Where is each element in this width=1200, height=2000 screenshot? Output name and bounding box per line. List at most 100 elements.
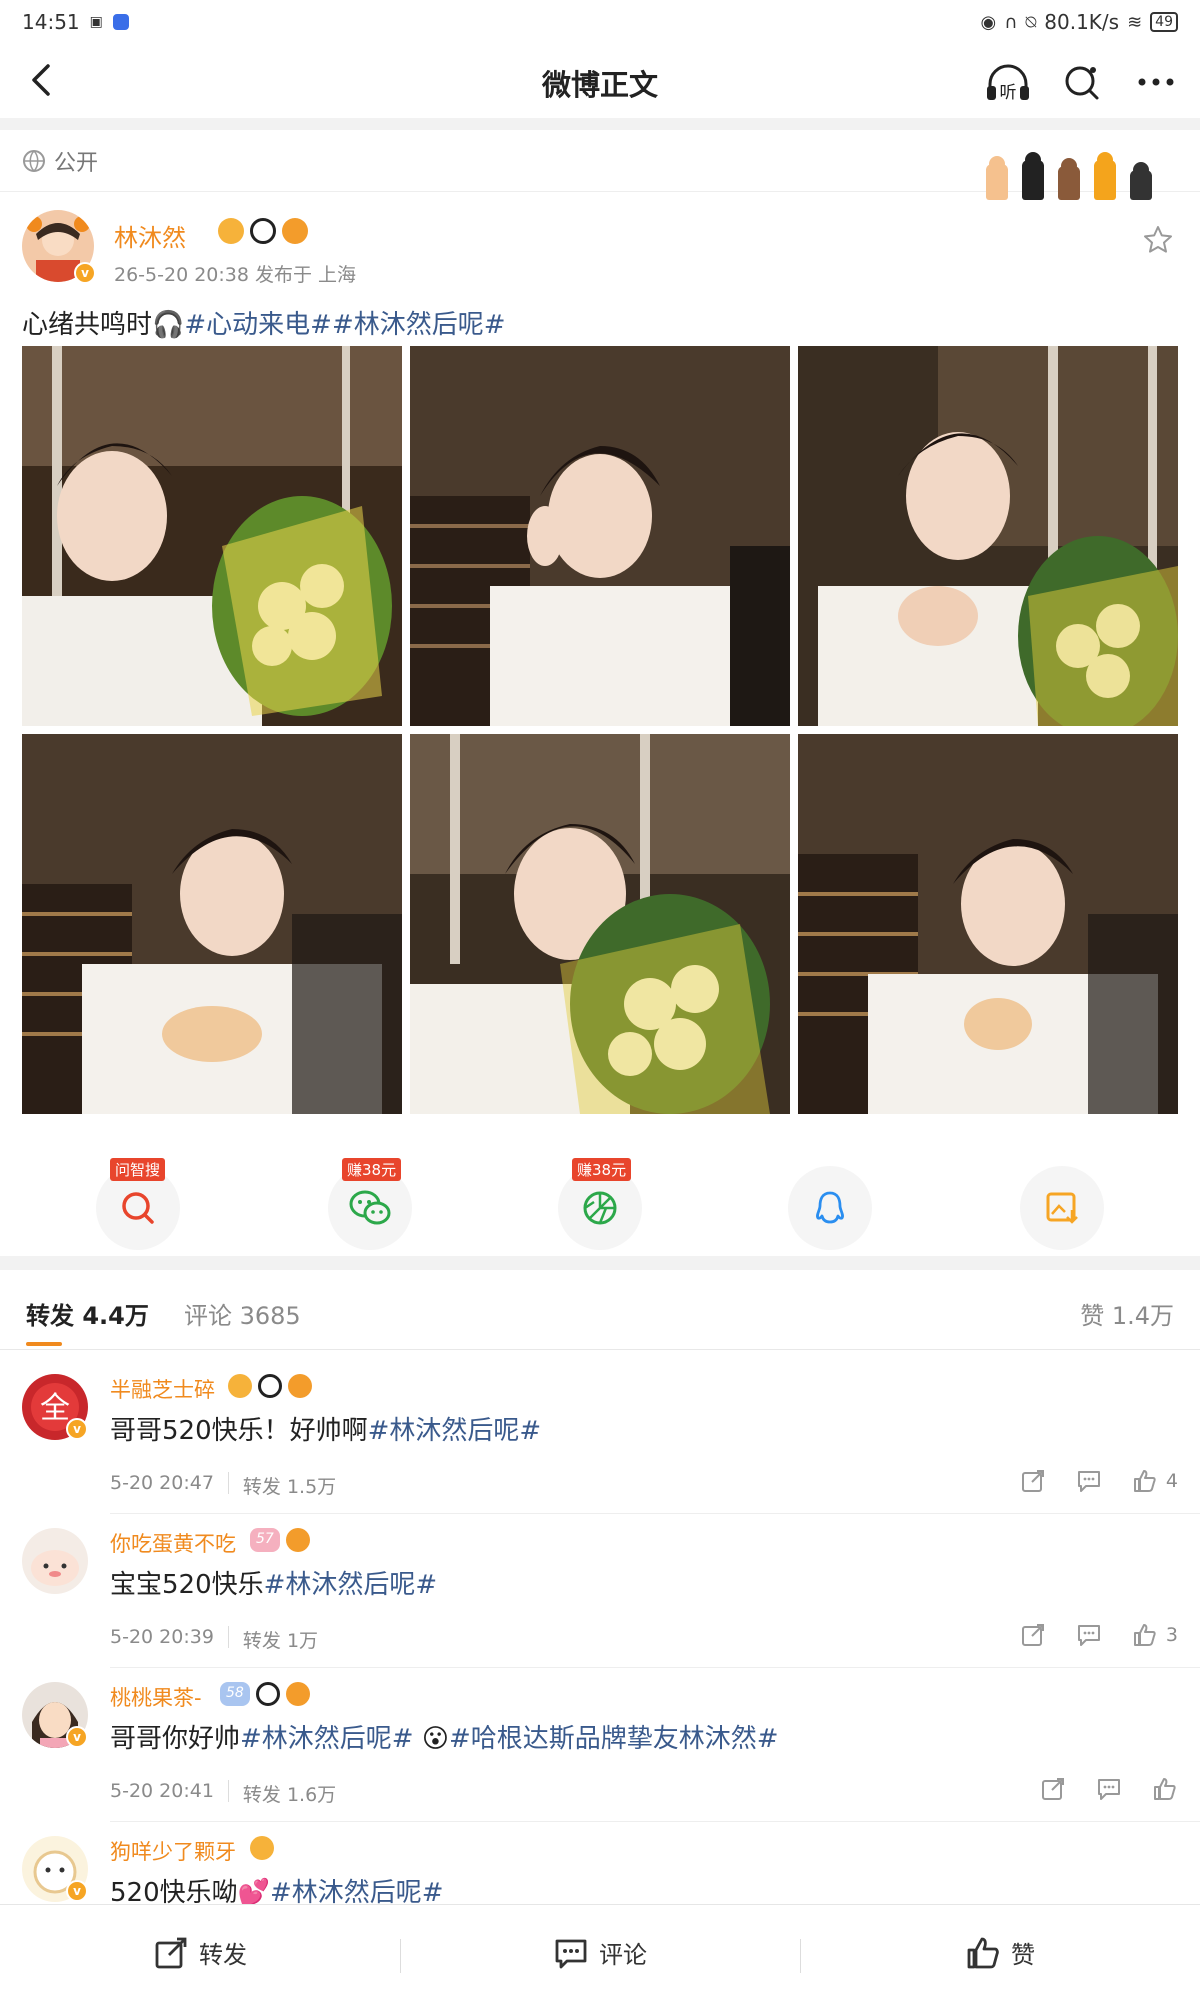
section-gap <box>0 118 1200 130</box>
comment-author[interactable]: 狗咩少了颗牙 <box>110 1836 236 1866</box>
bottom-action-bar: 转发 评论 赞 <box>0 1904 1200 2000</box>
globe-icon <box>23 149 45 172</box>
paw-icon <box>1094 152 1116 200</box>
post-header: v 林沐然 26-5-20 20:38 发布于 上海 <box>22 210 1182 290</box>
comment-label: 评论 <box>599 1941 647 1969</box>
photo-6[interactable] <box>798 734 1178 1114</box>
repost-button[interactable]: 转发 <box>0 1905 400 2000</box>
comment-icon[interactable] <box>1076 1622 1102 1648</box>
qq-icon <box>816 1191 844 1224</box>
status-bar: 14:51 ▣ ◉ ∩ ⍉ 80.1K/s ≋ 49 <box>0 0 1200 44</box>
paw-icon <box>1022 152 1044 200</box>
battery-indicator: 49 <box>1150 12 1178 32</box>
author-name[interactable]: 林沐然 <box>114 218 186 253</box>
comment-repost-count: 转发 1.5万 <box>242 1476 337 1498</box>
fan-level-badge: 57 <box>250 1528 280 1552</box>
headphones-emoji-icon: 🎧 <box>152 310 185 340</box>
headphones-icon: 听 <box>987 64 1029 103</box>
photo-4[interactable] <box>22 734 402 1114</box>
post-text-plain: 心绪共鸣时 <box>22 310 153 340</box>
comment-text: 宝宝520快乐#林沐然后呢# <box>110 1564 437 1601</box>
panda-badge-icon <box>250 218 276 244</box>
comment-time: 5-20 20:39 <box>110 1626 214 1648</box>
comment-text: 哥哥你好帅#林沐然后呢# 😮#哈根达斯品牌挚友林沐然# <box>110 1718 779 1755</box>
comment-topic[interactable]: #林沐然后呢# <box>264 1570 438 1600</box>
share-icon[interactable] <box>1040 1776 1066 1802</box>
comment-icon <box>555 1939 587 1968</box>
thumbs-up-icon[interactable] <box>1152 1776 1178 1802</box>
search-button[interactable] <box>1058 58 1106 106</box>
comment-topic[interactable]: #林沐然后呢# <box>240 1724 422 1754</box>
favorite-button[interactable] <box>1142 224 1174 256</box>
comment-author[interactable]: 桃桃果茶- <box>110 1682 202 1712</box>
fish-badge-icon <box>288 1374 312 1398</box>
tab-like[interactable]: 赞 1.4万 <box>1080 1296 1174 1331</box>
share-icon[interactable] <box>1020 1468 1046 1494</box>
panda-badge-icon <box>258 1374 282 1398</box>
paw-icon <box>986 156 1008 200</box>
user-badges <box>228 1374 312 1398</box>
photo-3[interactable] <box>798 346 1178 726</box>
search-share-button[interactable]: 问智搜 <box>96 1158 180 1250</box>
eye-icon: ◉ <box>980 11 997 33</box>
fish-badge-icon <box>285 1528 310 1552</box>
share-row: 问智搜 赚38元 赚38元 <box>0 1150 1200 1250</box>
qq-share-button[interactable] <box>788 1166 872 1250</box>
star-icon <box>1144 226 1172 253</box>
comment-icon[interactable] <box>1076 1468 1102 1494</box>
comment-topic[interactable]: #林沐然后呢# <box>368 1416 542 1446</box>
comment-text-plain: 宝宝520快乐 <box>110 1570 264 1600</box>
moments-share-button[interactable]: 赚38元 <box>558 1158 642 1250</box>
verified-icon: v <box>66 1880 88 1902</box>
like-count: 4 <box>1165 1470 1178 1492</box>
list-item: 你吃蛋黄不吃 57 宝宝520快乐#林沐然后呢# 5-20 20:39 转发 1… <box>0 1514 1200 1668</box>
photo-5[interactable] <box>410 734 790 1114</box>
comment-author[interactable]: 半融芝士碎 <box>110 1374 215 1404</box>
user-badges: 57 <box>250 1528 310 1552</box>
photo-2[interactable] <box>410 346 790 726</box>
back-arrow-icon <box>32 64 50 96</box>
post-text: 心绪共鸣时🎧#心动来电##林沐然后呢# <box>22 304 506 341</box>
more-button[interactable] <box>1132 58 1180 106</box>
comment-button[interactable]: 评论 <box>400 1905 800 2000</box>
post-meta: 26-5-20 20:38 发布于 上海 <box>114 264 357 286</box>
verified-icon: v <box>66 1418 88 1440</box>
comment-topic[interactable]: #哈根达斯品牌挚友林沐然# <box>449 1724 779 1754</box>
comment-author[interactable]: 你吃蛋黄不吃 <box>110 1528 236 1558</box>
like-button[interactable]: 赞 <box>800 1905 1200 2000</box>
tab-comment[interactable]: 评论 3685 <box>184 1296 301 1331</box>
crown-badge-icon <box>218 218 244 244</box>
share-tag: 赚38元 <box>572 1158 632 1181</box>
comment-meta: 5-20 20:47 转发 1.5万 <box>110 1472 336 1499</box>
fan-level-badge: 58 <box>220 1682 250 1706</box>
fish-badge-icon <box>282 218 308 244</box>
tab-repost[interactable]: 转发 4.4万 <box>26 1296 149 1331</box>
share-icon[interactable] <box>1020 1622 1046 1648</box>
wechat-share-button[interactable]: 赚38元 <box>328 1158 412 1250</box>
crown-badge-icon <box>250 1836 274 1860</box>
list-item: v 狗咩少了颗牙 520快乐呦💕#林沐然后呢# <box>0 1822 1200 1904</box>
like-button[interactable]: 4 <box>1132 1468 1178 1494</box>
comment-time: 5-20 20:47 <box>110 1472 214 1494</box>
photo-1[interactable] <box>22 346 402 726</box>
paw-icon <box>1058 158 1080 200</box>
comment-topic[interactable]: #林沐然后呢# <box>270 1878 444 1904</box>
share-tag: 问智搜 <box>110 1158 166 1181</box>
thumbs-up-icon <box>1133 1470 1156 1492</box>
comment-text-plain: 哥哥520快乐！好帅啊 <box>110 1416 368 1446</box>
list-item: v 桃桃果茶- 58 哥哥你好帅#林沐然后呢# 😮#哈根达斯品牌挚友林沐然# 5… <box>0 1668 1200 1822</box>
headset-icon: ∩ <box>1004 11 1018 33</box>
wechat-icon <box>349 1190 391 1225</box>
mute-icon: ⍉ <box>1025 11 1037 33</box>
save-image-button[interactable] <box>1020 1166 1104 1250</box>
repost-icon <box>155 1937 187 1968</box>
wifi-icon: ≋ <box>1127 11 1143 33</box>
post-topics[interactable]: #心动来电##林沐然后呢# <box>184 310 505 340</box>
listen-button[interactable]: 听 <box>984 58 1032 106</box>
like-button[interactable]: 3 <box>1132 1622 1178 1648</box>
back-button[interactable] <box>22 60 62 100</box>
comment-icon[interactable] <box>1096 1776 1122 1802</box>
author-badges <box>218 218 308 244</box>
photo-grid <box>22 346 1180 1114</box>
user-avatar[interactable] <box>22 1528 88 1594</box>
